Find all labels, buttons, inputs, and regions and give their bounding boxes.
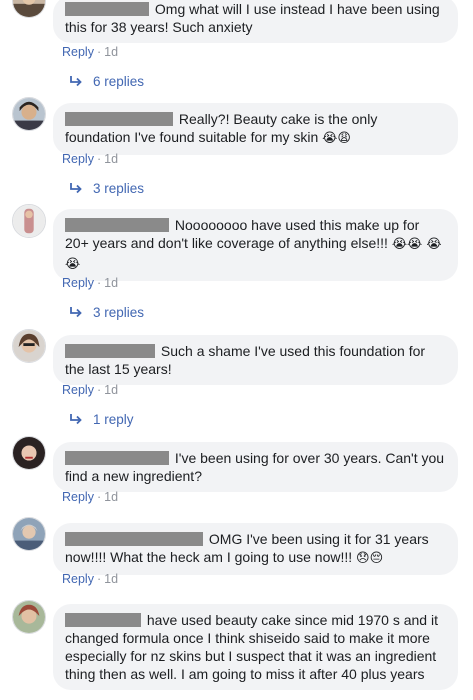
timestamp[interactable]: 1d — [104, 276, 118, 290]
timestamp[interactable]: 1d — [104, 383, 118, 397]
separator: · — [96, 152, 102, 166]
comment-bubble: Noooooooo have used this make up for 20+… — [53, 209, 458, 281]
view-replies-link[interactable]: 6 replies — [69, 73, 144, 91]
reply-arrow-icon — [69, 182, 83, 194]
redacted-author-name[interactable] — [65, 112, 173, 126]
avatar[interactable] — [12, 204, 46, 238]
crying-emoji-icon: 😭😩 — [322, 131, 351, 146]
avatar[interactable] — [12, 517, 46, 551]
redacted-author-name[interactable] — [65, 532, 203, 546]
comment-bubble: have used beauty cake since mid 1970 s a… — [53, 604, 458, 690]
avatar[interactable] — [12, 600, 46, 634]
separator: · — [96, 383, 102, 397]
avatar[interactable] — [12, 329, 46, 363]
reply-button[interactable]: Reply — [62, 276, 94, 290]
reply-button[interactable]: Reply — [62, 383, 94, 397]
avatar[interactable] — [12, 436, 46, 470]
separator: · — [96, 572, 102, 586]
avatar[interactable] — [12, 0, 46, 18]
redacted-author-name[interactable] — [65, 613, 141, 627]
reply-arrow-icon — [69, 306, 83, 318]
comment-bubble: Omg what will I use instead I have been … — [53, 0, 458, 43]
replies-count: 1 reply — [93, 412, 134, 427]
comment-bubble: I've been using for over 30 years. Can't… — [53, 442, 458, 492]
reply-arrow-icon — [69, 75, 83, 87]
redacted-author-name[interactable] — [65, 344, 155, 358]
separator: · — [96, 490, 102, 504]
redacted-author-name[interactable] — [65, 218, 169, 232]
replies-count: 3 replies — [93, 181, 145, 196]
comment-meta: Reply · 1d — [62, 382, 118, 398]
reply-button[interactable]: Reply — [62, 490, 94, 504]
reply-arrow-icon — [69, 413, 83, 425]
redacted-author-name[interactable] — [65, 2, 149, 16]
reply-button[interactable]: Reply — [62, 572, 94, 586]
comment-meta: Reply · 1d — [62, 44, 118, 60]
comment-bubble: Really?! Beauty cake is the only foundat… — [53, 103, 458, 155]
comment-meta: Reply · 1d — [62, 151, 118, 167]
redacted-author-name[interactable] — [65, 451, 169, 465]
replies-count: 3 replies — [93, 305, 145, 320]
view-replies-link[interactable]: 1 reply — [69, 411, 134, 429]
comment-meta: Reply · 1d — [62, 489, 118, 505]
view-replies-link[interactable]: 3 replies — [69, 180, 144, 198]
comment-bubble: Such a shame I've used this foundation f… — [53, 335, 458, 385]
comment-bubble: OMG I've been using it for 31 years now!… — [53, 523, 458, 575]
timestamp[interactable]: 1d — [104, 152, 118, 166]
view-replies-link[interactable]: 3 replies — [69, 304, 144, 322]
comment-meta: Reply · 1d — [62, 275, 118, 291]
reply-button[interactable]: Reply — [62, 152, 94, 166]
timestamp[interactable]: 1d — [104, 45, 118, 59]
avatar[interactable] — [12, 97, 46, 131]
timestamp[interactable]: 1d — [104, 572, 118, 586]
timestamp[interactable]: 1d — [104, 490, 118, 504]
replies-count: 6 replies — [93, 74, 145, 89]
reply-button[interactable]: Reply — [62, 45, 94, 59]
sad-emoji-icon: 😞😔 — [356, 551, 384, 566]
separator: · — [96, 45, 102, 59]
comment-meta: Reply · 1d — [62, 571, 118, 587]
separator: · — [96, 276, 102, 290]
